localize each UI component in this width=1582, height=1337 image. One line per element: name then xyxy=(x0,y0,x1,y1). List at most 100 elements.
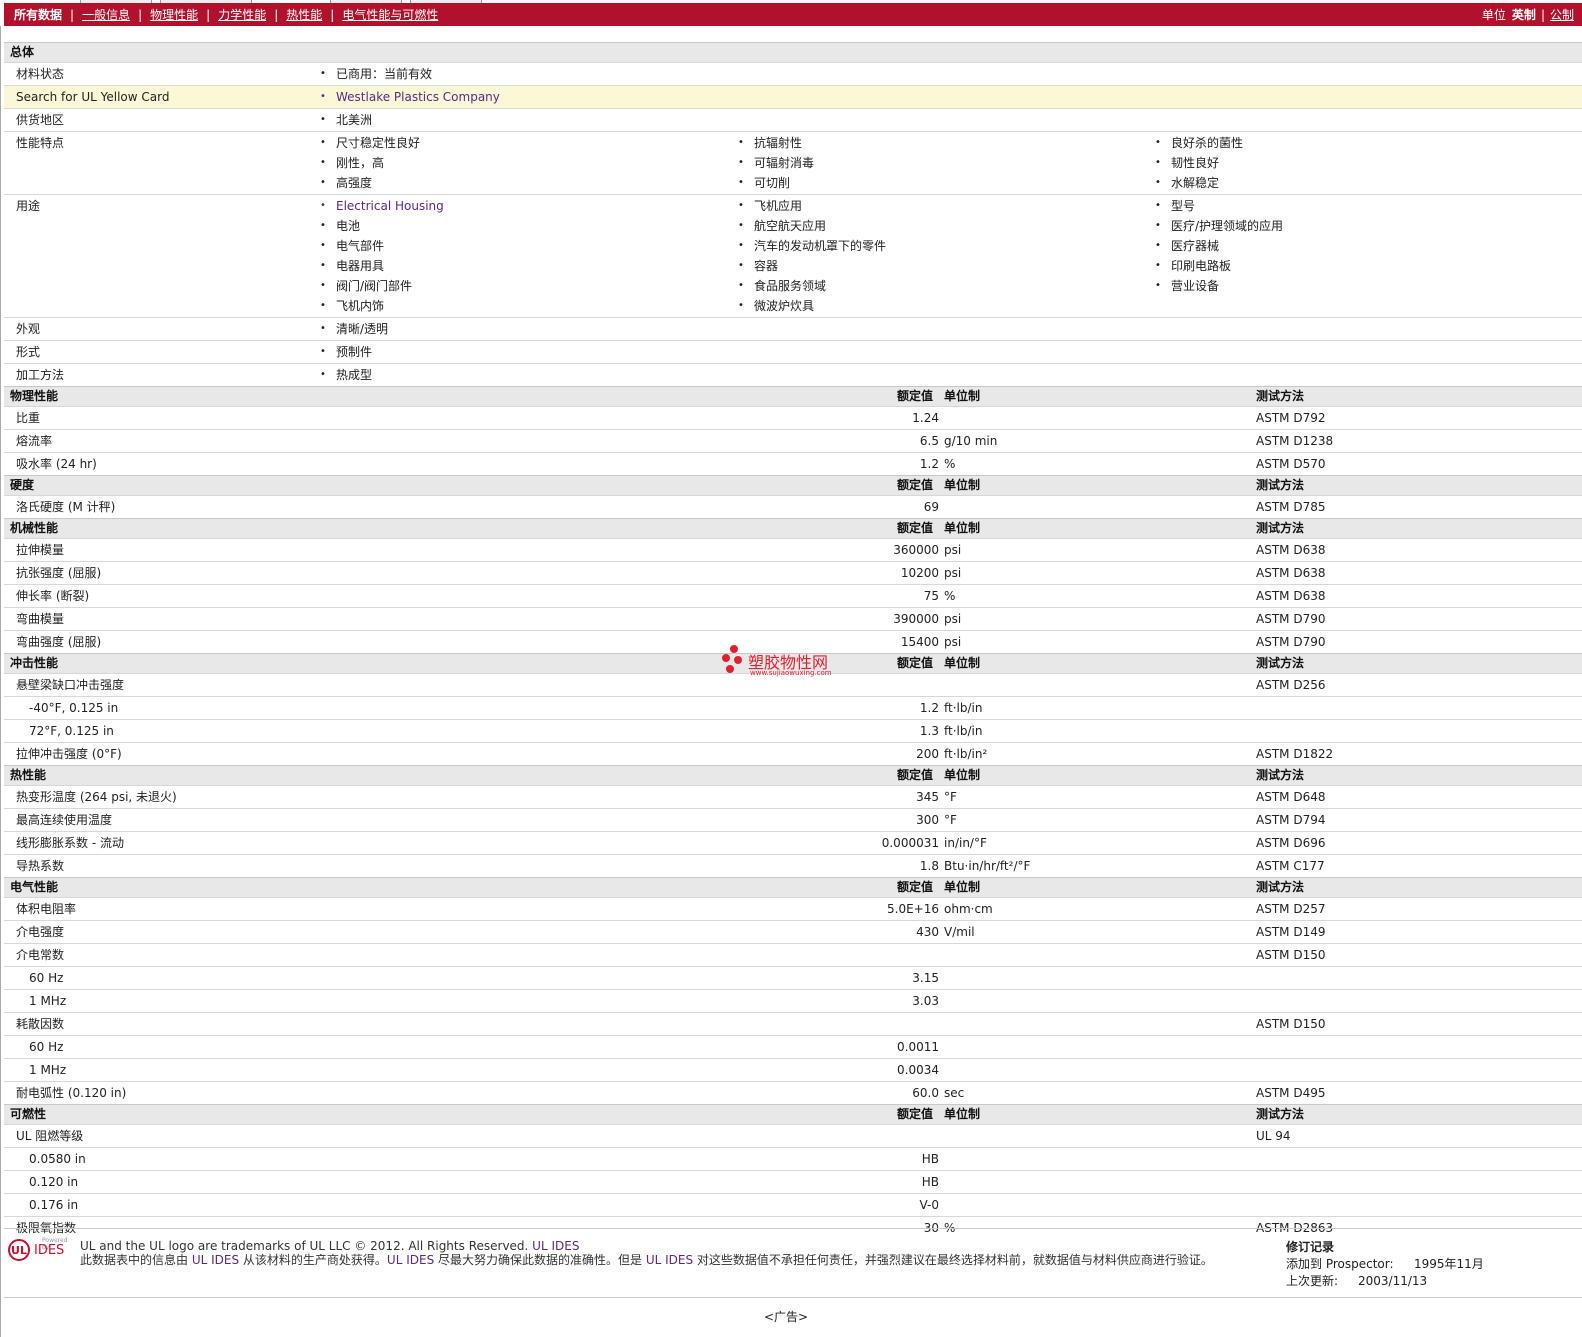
column-header-test: 测试方法 xyxy=(1256,656,1305,670)
property-unit: in/in/°F xyxy=(944,836,987,850)
property-value: 1.2 xyxy=(919,457,939,471)
bullet-item: 良好杀的菌性 xyxy=(1155,133,1243,153)
row-features: 性能特点 尺寸稳定性良好 刚性，高 高强度 抗辐射性 可辐射消毒 可切削 良好杀… xyxy=(4,131,1582,194)
property-row: 耗散因数 ASTM D150 xyxy=(4,1012,1582,1035)
property-label: -40°F, 0.125 in xyxy=(29,701,119,715)
bullet-item: 容器 xyxy=(738,256,886,276)
ul-ides-link[interactable]: UL IDES xyxy=(192,1253,239,1267)
nav-mechanical[interactable]: 力学性能 xyxy=(218,6,266,23)
property-row: 0.176 in V-0 xyxy=(4,1193,1582,1216)
property-row: 熔流率 6.5 g/10 min ASTM D1238 xyxy=(4,429,1582,452)
nav-separator: | xyxy=(206,7,211,22)
property-label: 1 MHz xyxy=(29,994,67,1008)
bullet-item: 已商用：当前有效 xyxy=(320,64,432,84)
section-title: 物理性能 xyxy=(10,389,59,403)
supplier-link[interactable]: Westlake Plastics Company xyxy=(320,87,500,107)
property-row: UL 阻燃等级 UL 94 xyxy=(4,1124,1582,1147)
section-header: 物理性能 额定值 单位制 测试方法 xyxy=(4,386,1582,406)
section-nav-bar: 所有数据 | 一般信息 | 物理性能 | 力学性能 | 热性能 | 电气性能与可… xyxy=(4,3,1582,26)
property-row: 导热系数 1.8 Btu·in/hr/ft²/°F ASTM C177 xyxy=(4,854,1582,877)
nav-thermal[interactable]: 热性能 xyxy=(286,6,322,23)
column-header-nominal: 额定值 xyxy=(897,656,934,670)
property-label: 弯曲模量 xyxy=(16,612,65,626)
property-label: 吸水率 (24 hr) xyxy=(16,457,97,471)
datasheet: 总体 材料状态 已商用：当前有效 Search for UL Yellow Ca… xyxy=(4,42,1582,1239)
property-value: 345 xyxy=(916,790,939,804)
uses-link[interactable]: Electrical Housing xyxy=(320,196,444,216)
nav-electrical-flammability[interactable]: 电气性能与可燃性 xyxy=(342,6,438,23)
property-value: 1.8 xyxy=(919,859,939,873)
property-sections: 物理性能 额定值 单位制 测试方法 比重 1.24 ASTM D792 熔流率 6.5 g/10 … xyxy=(4,386,1582,1239)
section-title: 硬度 xyxy=(10,478,35,492)
property-label: 弯曲强度 (屈服) xyxy=(16,635,102,649)
test-method: ASTM D638 xyxy=(1256,543,1326,557)
bullet-item: 抗辐射性 xyxy=(738,133,814,153)
ul-logo-icon: UL xyxy=(8,1239,30,1261)
disclaimer-text: 此数据表中的信息由 UL IDES 从该材料的生产商处获得。UL IDES 尽最… xyxy=(80,1253,1270,1267)
property-row: 拉伸模量 360000 psi ASTM D638 xyxy=(4,538,1582,561)
disclaimer-part: 对这些数据值不承担任何责任，并强烈建议在最终选择材料前，就数据值与材料供应商进行… xyxy=(693,1253,1213,1267)
property-label: 洛氏硬度 (M 计秤) xyxy=(16,500,116,514)
column-header-nominal: 额定值 xyxy=(897,521,934,535)
column-header-nominal: 额定值 xyxy=(897,389,934,403)
bullet-list: 预制件 xyxy=(320,342,372,362)
property-unit: % xyxy=(944,589,956,603)
property-row: 线形膨胀系数 - 流动 0.000031 in/in/°F ASTM D696 xyxy=(4,831,1582,854)
section-header: 热性能 额定值 单位制 测试方法 xyxy=(4,765,1582,785)
property-label: 熔流率 xyxy=(16,434,53,448)
property-row: 吸水率 (24 hr) 1.2% ASTM D570 xyxy=(4,452,1582,475)
property-row: -40°F, 0.125 in 1.2 ft·lb/in xyxy=(4,696,1582,719)
column-header-nominal: 额定值 xyxy=(897,478,934,492)
property-value: 75 xyxy=(923,589,939,603)
ul-ides-link[interactable]: UL IDES xyxy=(532,1239,579,1253)
property-value: 1.24 xyxy=(912,411,939,425)
bullet-item: 清晰/透明 xyxy=(320,319,388,339)
updated-label: 上次更新: xyxy=(1286,1274,1339,1288)
ul-ides-link[interactable]: UL IDES xyxy=(387,1253,434,1267)
disclaimer-part: 从该材料的生产商处获得。 xyxy=(239,1253,387,1267)
property-label: 耗散因数 xyxy=(16,1017,65,1031)
revision-title: 修订记录 xyxy=(1286,1240,1335,1254)
test-method: ASTM D257 xyxy=(1256,902,1326,916)
property-unit: % xyxy=(944,457,956,471)
yellow-card-link[interactable]: Search for UL Yellow Card xyxy=(16,87,169,107)
uses-col-2: 飞机应用 航空航天应用 汽车的发动机罩下的零件 容器 食品服务领域 微波炉炊具 xyxy=(738,196,886,316)
bullet-list: 北美洲 xyxy=(320,110,372,130)
unit-metric-link[interactable]: 公制 xyxy=(1550,6,1574,23)
property-row: 洛氏硬度 (M 计秤) 69 ASTM D785 xyxy=(4,495,1582,518)
nav-physical[interactable]: 物理性能 xyxy=(150,6,198,23)
nav-general-info[interactable]: 一般信息 xyxy=(82,6,130,23)
property-row: 抗张强度 (屈服) 10200 psi ASTM D638 xyxy=(4,561,1582,584)
bullet-item: 食品服务领域 xyxy=(738,276,886,296)
property-value: 1.2 xyxy=(919,701,939,715)
section-title: 热性能 xyxy=(10,768,47,782)
ul-ides-link[interactable]: UL IDES xyxy=(646,1253,693,1267)
property-label: 导热系数 xyxy=(16,859,65,873)
property-value: 0.0034 xyxy=(897,1063,939,1077)
column-header-test: 测试方法 xyxy=(1256,521,1305,535)
row-region: 供货地区 北美洲 xyxy=(4,108,1582,131)
property-unit: ft·lb/in xyxy=(944,701,983,715)
bullet-item: 北美洲 xyxy=(320,110,372,130)
property-value: HB xyxy=(921,1175,939,1189)
property-label: 0.120 in xyxy=(29,1175,79,1189)
nav-separator: | xyxy=(138,7,143,22)
property-row: 拉伸冲击强度 (0°F) 200 ft·lb/in² ASTM D1822 xyxy=(4,742,1582,765)
column-header-test: 测试方法 xyxy=(1256,389,1305,403)
test-method: ASTM D570 xyxy=(1256,457,1326,471)
nav-separator: | xyxy=(330,7,335,22)
column-header-test: 测试方法 xyxy=(1256,768,1305,782)
property-row: 弯曲模量 390000 psi ASTM D790 xyxy=(4,607,1582,630)
property-unit: V/mil xyxy=(944,925,975,939)
property-row: 72°F, 0.125 in 1.3 ft·lb/in xyxy=(4,719,1582,742)
property-value: 69 xyxy=(923,500,939,514)
revision-added-row: 添加到 Prospector: 1995年11月 xyxy=(1286,1256,1484,1273)
property-label: 0.0580 in xyxy=(29,1152,86,1166)
bullet-list: 已商用：当前有效 xyxy=(320,64,432,84)
property-label: 比重 xyxy=(16,411,41,425)
bullet-list: 热成型 xyxy=(320,365,372,385)
nav-all-data[interactable]: 所有数据 xyxy=(14,6,62,23)
bullet-item: 高强度 xyxy=(320,173,420,193)
property-row: 0.0580 in HB xyxy=(4,1147,1582,1170)
property-value: 200 xyxy=(916,747,939,761)
